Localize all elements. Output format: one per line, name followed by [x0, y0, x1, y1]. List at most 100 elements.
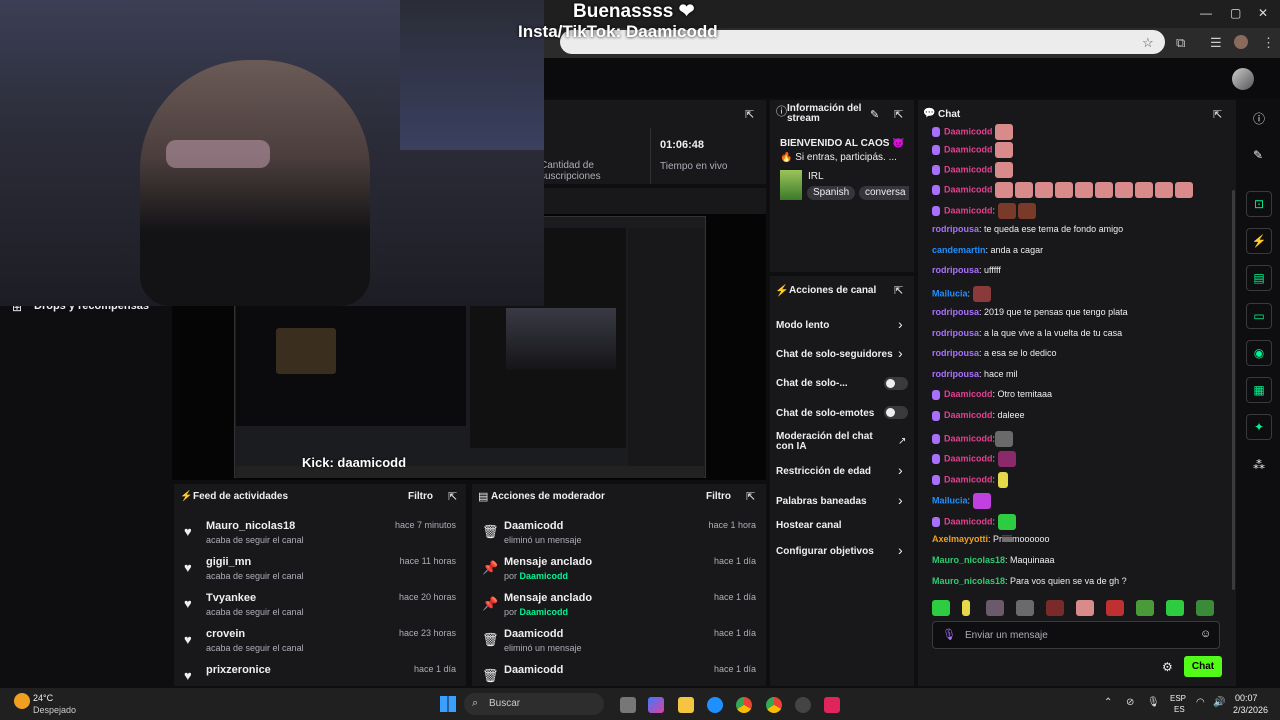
external-link-icon[interactable]: ↗ — [898, 436, 906, 447]
keyboard-layout[interactable]: ES — [1174, 705, 1185, 714]
popout-icon[interactable]: ⇱ — [746, 490, 755, 503]
lightning-icon[interactable]: ⚡ — [1246, 228, 1272, 254]
chat-username[interactable]: rodripousa — [932, 369, 979, 379]
info-icon[interactable]: ⓘ — [1253, 110, 1265, 127]
chat-username[interactable]: rodripousa — [932, 328, 979, 338]
taskbar-clock[interactable]: 00:07 — [1235, 693, 1258, 703]
chat-username[interactable]: Mailucia — [932, 288, 968, 298]
tag-chip[interactable]: conversa — [859, 186, 909, 200]
emote-icon[interactable] — [1196, 600, 1214, 616]
obs-icon[interactable] — [795, 697, 811, 713]
chat-username[interactable]: Mailucia — [932, 495, 968, 505]
maximize-icon[interactable]: ▢ — [1230, 6, 1241, 20]
chat-username[interactable]: rodripousa — [932, 224, 979, 234]
mod-user-link[interactable]: Daamicodd — [520, 571, 569, 581]
volume-icon[interactable]: 🔊 — [1213, 697, 1225, 708]
chevron-right-icon[interactable]: › — [898, 492, 903, 508]
edge-icon[interactable] — [707, 697, 723, 713]
chevron-right-icon[interactable]: › — [898, 316, 903, 332]
subs-only-item[interactable]: Chat de solo-... — [776, 378, 848, 389]
chat-username[interactable]: Axelmayyotti — [932, 534, 988, 544]
chat-scrollbar[interactable] — [1232, 190, 1235, 590]
emote-icon[interactable] — [986, 600, 1004, 616]
slow-mode-item[interactable]: Modo lento — [776, 320, 829, 331]
chrome-icon[interactable] — [766, 697, 782, 713]
activity-user[interactable]: crovein — [206, 628, 245, 640]
chat-username[interactable]: Mauro_nicolas18 — [932, 576, 1005, 586]
reading-list-icon[interactable]: ☰ — [1210, 35, 1222, 51]
popout-icon[interactable]: ⇱ — [894, 284, 903, 297]
chrome-icon[interactable] — [736, 697, 752, 713]
followers-only-item[interactable]: Chat de solo-seguidores — [776, 349, 893, 360]
taskbar-date[interactable]: 2/3/2026 — [1233, 705, 1268, 715]
chevron-right-icon[interactable]: › — [898, 462, 903, 478]
chat-username[interactable]: Daamicodd — [944, 164, 993, 174]
broadcast-icon[interactable]: ◉ — [1246, 340, 1272, 366]
chat-username[interactable]: Daamicodd — [944, 453, 993, 463]
chat-input[interactable]: Enviar un mensaje — [965, 630, 1048, 641]
minimize-icon[interactable]: — — [1200, 6, 1212, 20]
tag-chip[interactable]: Spanish — [807, 186, 856, 200]
chat-username[interactable]: candemartin — [932, 245, 986, 255]
chat-username[interactable]: rodripousa — [932, 265, 979, 275]
emote-icon[interactable] — [1046, 600, 1064, 616]
tray-chevron-icon[interactable]: ⌃ — [1104, 697, 1112, 708]
extensions-icon[interactable]: ⧉ — [1176, 35, 1185, 51]
tiktok-icon[interactable] — [824, 697, 840, 713]
user-avatar[interactable] — [1232, 68, 1254, 90]
chevron-right-icon[interactable]: › — [898, 345, 903, 361]
goals-item[interactable]: Configurar objetivos — [776, 546, 874, 557]
edit-pencil-icon[interactable]: ✎ — [870, 108, 879, 121]
file-explorer-icon[interactable] — [678, 697, 694, 713]
category-thumbnail[interactable] — [780, 170, 802, 200]
activity-user[interactable]: prixzeronice — [206, 664, 271, 676]
chat-username[interactable]: Daamicodd — [944, 474, 993, 484]
emote-icon[interactable] — [1136, 600, 1154, 616]
emotes-only-toggle[interactable] — [884, 406, 908, 419]
activity-user[interactable]: Mauro_nicolas18 — [206, 520, 295, 532]
apps-icon[interactable]: ⁂ — [1253, 458, 1265, 472]
camera-icon[interactable]: ⊡ — [1246, 191, 1272, 217]
weather-temp[interactable]: 24°C — [33, 693, 53, 703]
ai-moderation-item[interactable]: Moderación del chat con IA — [776, 432, 892, 452]
emoji-picker-icon[interactable]: ☺ — [1200, 628, 1211, 640]
mod-user-link[interactable]: Daamicodd — [520, 607, 569, 617]
category-name[interactable]: IRL — [808, 171, 824, 182]
chat-username[interactable]: Daamicodd — [944, 126, 993, 136]
send-chat-button[interactable]: Chat — [1184, 656, 1222, 677]
chat-username[interactable]: rodripousa — [932, 348, 979, 358]
wifi-icon[interactable]: ◠ — [1196, 697, 1205, 708]
emote-icon[interactable] — [1166, 600, 1184, 616]
taskbar-search[interactable] — [464, 693, 604, 715]
popout-icon[interactable]: ⇱ — [745, 108, 754, 121]
emote-icon[interactable] — [962, 600, 970, 616]
network-icon[interactable]: ⊘ — [1126, 697, 1134, 708]
mic-icon[interactable]: 🎙 — [1147, 697, 1160, 708]
task-view-icon[interactable] — [620, 697, 636, 713]
chat-username[interactable]: Daamicodd — [944, 389, 993, 399]
profile-avatar[interactable] — [1234, 35, 1248, 49]
chat-bubble-icon[interactable]: ▭ — [1246, 303, 1272, 329]
chat-username[interactable]: rodripousa — [932, 307, 979, 317]
close-icon[interactable]: ✕ — [1258, 6, 1268, 20]
emote-icon[interactable] — [1106, 600, 1124, 616]
chat-username[interactable]: Daamicodd — [944, 410, 993, 420]
copilot-icon[interactable] — [648, 697, 664, 713]
banned-words-item[interactable]: Palabras baneadas — [776, 496, 867, 507]
chat-username[interactable]: Daamicodd — [944, 433, 993, 443]
activity-filter-button[interactable]: Filtro — [408, 491, 433, 502]
bookmark-star-icon[interactable]: ☆ — [1142, 35, 1154, 51]
host-channel-item[interactable]: Hostear canal — [776, 520, 842, 531]
layout-icon[interactable]: ▦ — [1246, 377, 1272, 403]
popout-icon[interactable]: ⇱ — [448, 490, 457, 503]
language-code[interactable]: ESP — [1170, 694, 1186, 703]
activity-user[interactable]: gigii_mn — [206, 556, 251, 568]
emote-icon[interactable] — [1076, 600, 1094, 616]
taskbar-search-label[interactable]: Buscar — [489, 698, 520, 709]
popout-icon[interactable]: ⇱ — [1213, 108, 1222, 121]
emotes-only-item[interactable]: Chat de solo-emotes — [776, 408, 874, 419]
chevron-right-icon[interactable]: › — [898, 542, 903, 558]
edit-pencil-icon[interactable]: ✎ — [1253, 148, 1263, 162]
subs-only-toggle[interactable] — [884, 377, 908, 390]
chat-username[interactable]: Daamicodd — [944, 516, 993, 526]
